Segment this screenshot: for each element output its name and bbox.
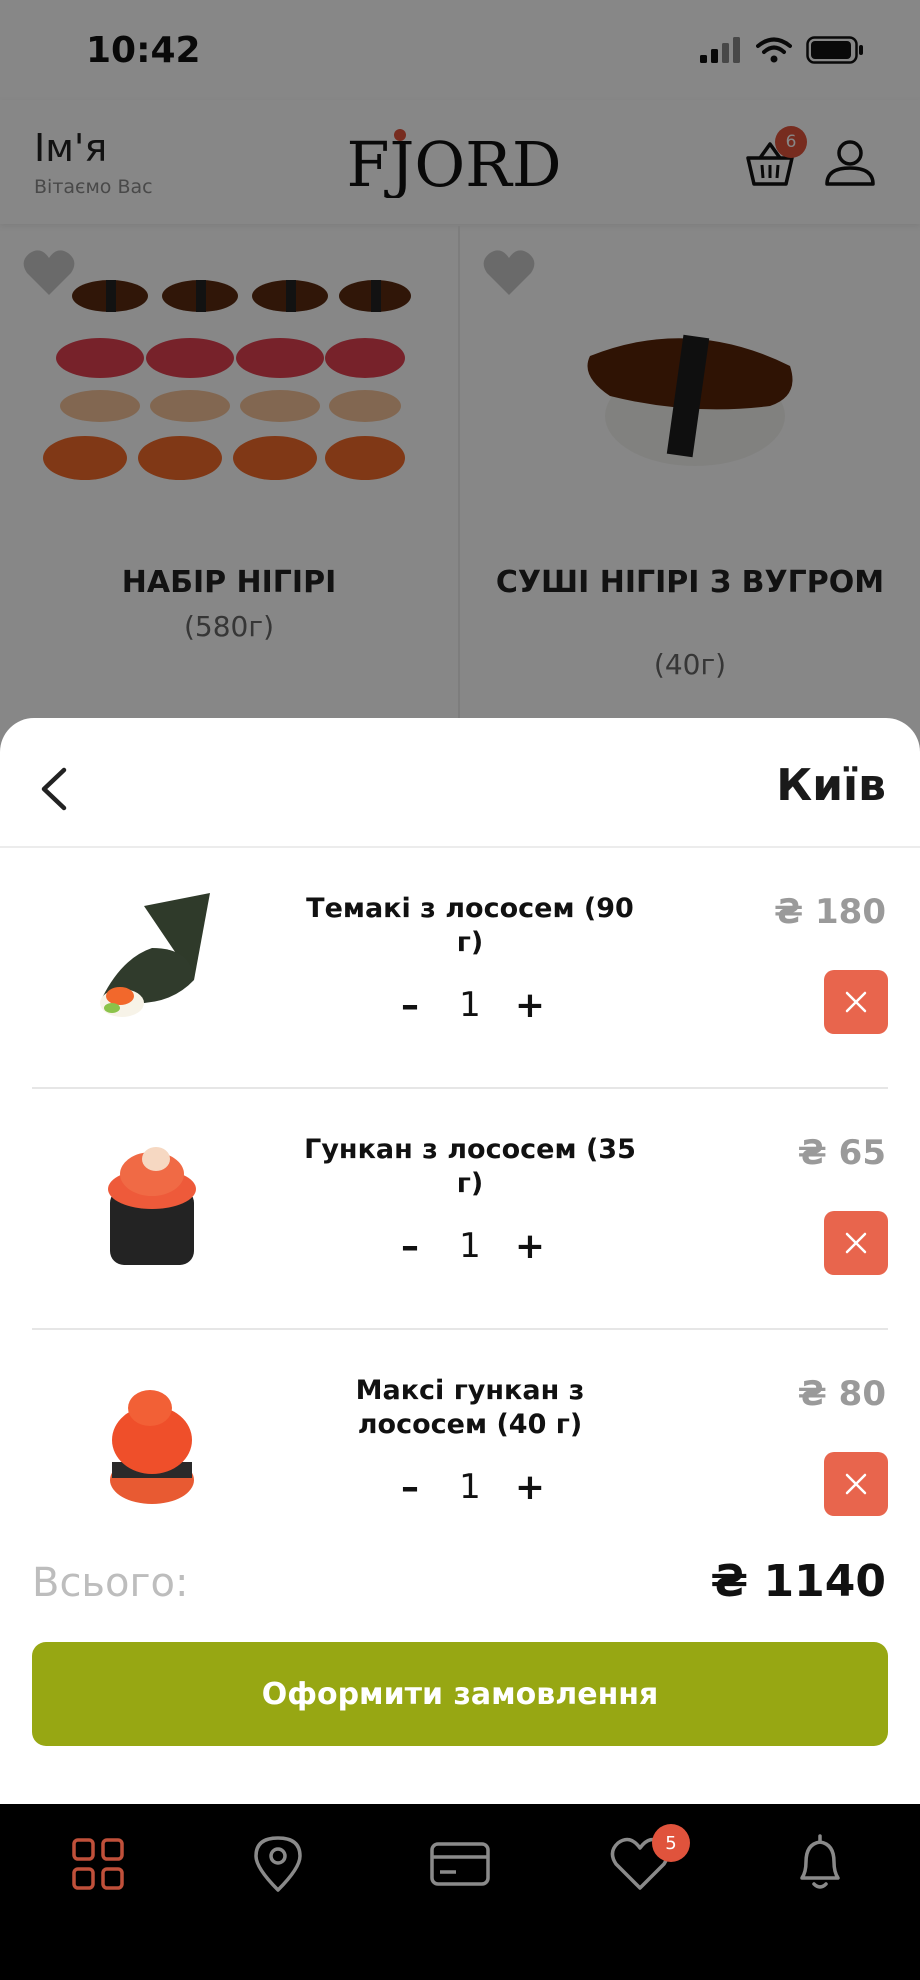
dim-overlay[interactable] bbox=[0, 0, 920, 760]
remove-item-button[interactable] bbox=[824, 1211, 888, 1275]
decrease-quantity-button[interactable]: – bbox=[390, 1462, 430, 1512]
background-screen: 10:42 Ім'я Вітаємо Вас FJORD 6 НАБІР НІГ… bbox=[0, 0, 920, 760]
payment-card-icon[interactable] bbox=[424, 1828, 496, 1900]
favorites-count-badge: 5 bbox=[652, 1824, 690, 1862]
increase-quantity-button[interactable]: + bbox=[510, 1462, 550, 1512]
bottom-nav: 5 bbox=[0, 1804, 920, 1980]
close-icon bbox=[845, 1232, 867, 1254]
quantity-stepper: – 1 + bbox=[390, 980, 550, 1030]
quantity-stepper: – 1 + bbox=[390, 1221, 550, 1271]
quantity-value: 1 bbox=[459, 1467, 481, 1507]
increase-quantity-button[interactable]: + bbox=[510, 1221, 550, 1271]
menu-grid-icon[interactable] bbox=[62, 1828, 134, 1900]
item-price: ₴ 80 bbox=[797, 1374, 886, 1414]
total-label: Всього: bbox=[32, 1560, 189, 1606]
remove-item-button[interactable] bbox=[824, 1452, 888, 1516]
cart-item: Гункан з лососем (35 г) – 1 + ₴ 65 bbox=[0, 1089, 920, 1330]
close-icon bbox=[845, 1473, 867, 1495]
cart-item-list: Темакі з лососем (90 г) – 1 + ₴ 180 Гунк… bbox=[0, 848, 920, 1571]
total-value: ₴ 1140 bbox=[710, 1556, 886, 1607]
increase-quantity-button[interactable]: + bbox=[510, 980, 550, 1030]
decrease-quantity-button[interactable]: – bbox=[390, 980, 430, 1030]
item-name: Максі гункан з лососем (40 г) bbox=[355, 1375, 585, 1440]
maxi-gunkan-image bbox=[110, 1390, 194, 1504]
cart-item: Максі гункан з лососем (40 г) – 1 + ₴ 80 bbox=[0, 1330, 920, 1571]
back-chevron-icon[interactable] bbox=[34, 764, 74, 814]
sheet-header: Київ bbox=[0, 718, 920, 848]
item-price: ₴ 65 bbox=[797, 1133, 886, 1173]
gunkan-image bbox=[108, 1147, 196, 1265]
remove-item-button[interactable] bbox=[824, 970, 888, 1034]
notifications-bell-icon[interactable] bbox=[784, 1828, 856, 1900]
quantity-stepper: – 1 + bbox=[390, 1462, 550, 1512]
decrease-quantity-button[interactable]: – bbox=[390, 1221, 430, 1271]
location-pin-icon[interactable] bbox=[242, 1828, 314, 1900]
close-icon bbox=[845, 991, 867, 1013]
item-price: ₴ 180 bbox=[773, 892, 886, 932]
cart-item: Темакі з лососем (90 г) – 1 + ₴ 180 bbox=[0, 848, 920, 1089]
item-name: Темакі з лососем (90 г) bbox=[306, 893, 634, 958]
quantity-value: 1 bbox=[459, 1226, 481, 1266]
quantity-value: 1 bbox=[459, 985, 481, 1025]
city-title: Київ bbox=[776, 760, 886, 811]
temaki-image bbox=[100, 893, 210, 1017]
checkout-button[interactable]: Оформити замовлення bbox=[32, 1642, 888, 1746]
item-name: Гункан з лососем (35 г) bbox=[304, 1134, 636, 1199]
